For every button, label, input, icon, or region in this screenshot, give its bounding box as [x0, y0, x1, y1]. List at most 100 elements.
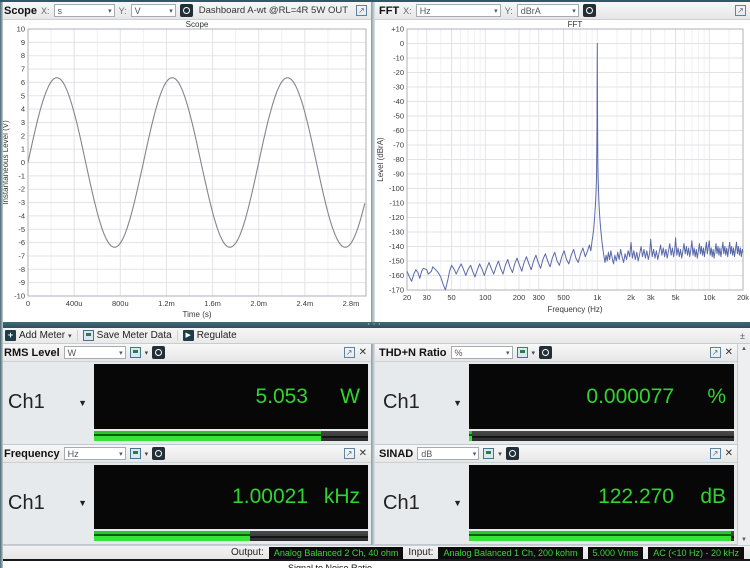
output-config-badge[interactable]: Analog Balanced 2 Ch, 40 ohm — [269, 547, 404, 559]
meter-value: 5.053 — [255, 385, 308, 409]
meter-display-mode-icon[interactable] — [517, 347, 528, 358]
scope-y-unit-select[interactable]: V▾ — [131, 4, 176, 17]
status-bar: Output: Analog Balanced 2 Ch, 40 ohm Inp… — [0, 545, 750, 559]
close-icon[interactable]: ✕ — [359, 449, 367, 459]
channel-selector[interactable]: Ch1 ▼ — [375, 364, 469, 441]
svg-text:0: 0 — [21, 158, 25, 167]
svg-text:0: 0 — [26, 299, 30, 308]
svg-text:20: 20 — [403, 293, 411, 302]
svg-text:2.0m: 2.0m — [250, 299, 267, 308]
svg-text:Frequency (Hz): Frequency (Hz) — [547, 305, 602, 314]
channel-label: Ch1 — [383, 391, 420, 414]
scroll-up-icon[interactable]: ▲ — [741, 346, 747, 352]
svg-text:1: 1 — [21, 145, 25, 154]
meter-settings-icon[interactable] — [152, 447, 165, 460]
meter-body: Ch1 ▼ 122.270 dB — [375, 463, 737, 544]
fft-y-unit-select[interactable]: dBrA▾ — [517, 4, 579, 17]
level-badge[interactable]: 5.000 Vrms — [588, 547, 644, 559]
chevron-down-icon: ▾ — [169, 7, 173, 15]
svg-text:-150: -150 — [389, 257, 404, 266]
close-icon[interactable]: ✕ — [725, 449, 733, 459]
partial-window-below: Signal to Noise Ratio — [0, 559, 750, 568]
meter-display-mode-icon[interactable] — [130, 347, 141, 358]
meter-body: Ch1 ▼ 0.000077 % — [375, 362, 737, 444]
scope-popout-icon[interactable]: ↗ — [356, 5, 367, 16]
meter-scrollbar[interactable]: ▲ ▼ — [737, 344, 750, 545]
svg-text:800u: 800u — [112, 299, 129, 308]
meter-panel-frequency: Frequency Hz▾ ▾ ↗ ✕ Ch1 ▼ 1.00021 — [0, 445, 371, 545]
fft-settings-icon[interactable] — [583, 4, 596, 17]
bandwidth-badge[interactable]: AC (<10 Hz) - 20 kHz — [648, 547, 744, 559]
save-meter-data-button[interactable]: Save Meter Data — [83, 330, 172, 341]
svg-text:1.6m: 1.6m — [204, 299, 221, 308]
channel-selector[interactable]: Ch1 ▼ — [375, 465, 469, 541]
fft-panel-header: FFT X: Hz▾ Y: dBrA▾ ↗ — [375, 2, 750, 20]
meter-display-mode-icon[interactable] — [130, 448, 141, 459]
thdn-unit-select[interactable]: %▾ — [451, 346, 513, 359]
pin-icon[interactable]: ± — [740, 331, 745, 341]
channel-label: Ch1 — [383, 492, 420, 515]
meter-display-mode-icon[interactable] — [483, 448, 494, 459]
svg-text:9: 9 — [21, 38, 25, 47]
meter-settings-icon[interactable] — [539, 346, 552, 359]
meter-bar-track — [94, 431, 368, 441]
scope-x-unit-select[interactable]: s▾ — [54, 4, 115, 17]
svg-text:8: 8 — [21, 51, 25, 60]
svg-text:2k: 2k — [627, 293, 635, 302]
meter-value-unit: % — [674, 385, 726, 409]
sinad-unit-value: dB — [421, 449, 432, 459]
meter-popout-icon[interactable]: ↗ — [344, 448, 355, 459]
chevron-down-icon: ▾ — [494, 7, 498, 15]
rms-unit-select[interactable]: W▾ — [64, 346, 126, 359]
meter-settings-icon[interactable] — [152, 346, 165, 359]
meter-popout-icon[interactable]: ↗ — [710, 347, 721, 358]
save-icon — [83, 330, 94, 341]
scope-panel-title: Scope — [4, 5, 37, 17]
chevron-down-icon: ▾ — [572, 7, 576, 15]
fft-panel-title: FFT — [379, 5, 399, 17]
y-axis-prefix: Y: — [119, 6, 127, 16]
meter-settings-icon[interactable] — [506, 447, 519, 460]
close-icon[interactable]: ✕ — [725, 348, 733, 358]
meter-header: THD+N Ratio %▾ ▾ ↗ ✕ — [375, 344, 737, 362]
chevron-down-icon: ▼ — [78, 398, 87, 408]
regulate-button[interactable]: ▶ Regulate — [183, 330, 237, 341]
svg-text:2.8m: 2.8m — [343, 299, 360, 308]
frequency-unit-select[interactable]: Hz▾ — [64, 447, 126, 460]
meter-body: Ch1 ▼ 1.00021 kHz — [0, 463, 371, 544]
meter-header: RMS Level W▾ ▾ ↗ ✕ — [0, 344, 371, 362]
channel-selector[interactable]: Ch1 ▼ — [0, 465, 94, 541]
fft-popout-icon[interactable]: ↗ — [735, 5, 746, 16]
meter-value: 0.000077 — [586, 385, 674, 409]
svg-text:0: 0 — [400, 39, 404, 48]
meter-popout-icon[interactable]: ↗ — [344, 347, 355, 358]
meter-toolbar: + Add Meter ▾ Save Meter Data ▶ Regulate… — [0, 328, 750, 344]
channel-selector[interactable]: Ch1 ▼ — [0, 364, 94, 441]
add-meter-button[interactable]: + Add Meter ▾ — [5, 330, 72, 341]
sinad-unit-select[interactable]: dB▾ — [417, 447, 479, 460]
svg-text:1k: 1k — [593, 293, 601, 302]
svg-text:5: 5 — [21, 91, 25, 100]
meter-readout: 0.000077 % — [469, 364, 734, 441]
analyzer-window: Scope X: s▾ Y: V▾ Dashboard A-wt @RL=4R … — [0, 0, 750, 568]
scroll-down-icon[interactable]: ▼ — [741, 537, 747, 543]
meter-bar-fill — [94, 531, 250, 541]
meter-readout: 1.00021 kHz — [94, 465, 368, 541]
svg-text:-3: -3 — [18, 198, 25, 207]
input-config-badge[interactable]: Analog Balanced 1 Ch, 200 kohm — [438, 547, 582, 559]
chevron-down-icon: ▾ — [119, 349, 123, 357]
scope-settings-icon[interactable] — [180, 4, 193, 17]
meter-readout: 5.053 W — [94, 364, 368, 441]
dock-splitter-horizontal[interactable]: ··· — [0, 322, 750, 328]
toolbar-separator — [77, 330, 78, 341]
svg-text:-8: -8 — [18, 265, 25, 274]
meter-display: 1.00021 kHz — [94, 465, 368, 529]
svg-text:2.4m: 2.4m — [297, 299, 314, 308]
input-label: Input: — [408, 547, 433, 558]
svg-text:100: 100 — [479, 293, 492, 302]
meter-bar-track — [469, 431, 734, 441]
fft-x-unit-select[interactable]: Hz▾ — [416, 4, 501, 17]
svg-text:-4: -4 — [18, 211, 25, 220]
close-icon[interactable]: ✕ — [359, 348, 367, 358]
meter-popout-icon[interactable]: ↗ — [710, 448, 721, 459]
